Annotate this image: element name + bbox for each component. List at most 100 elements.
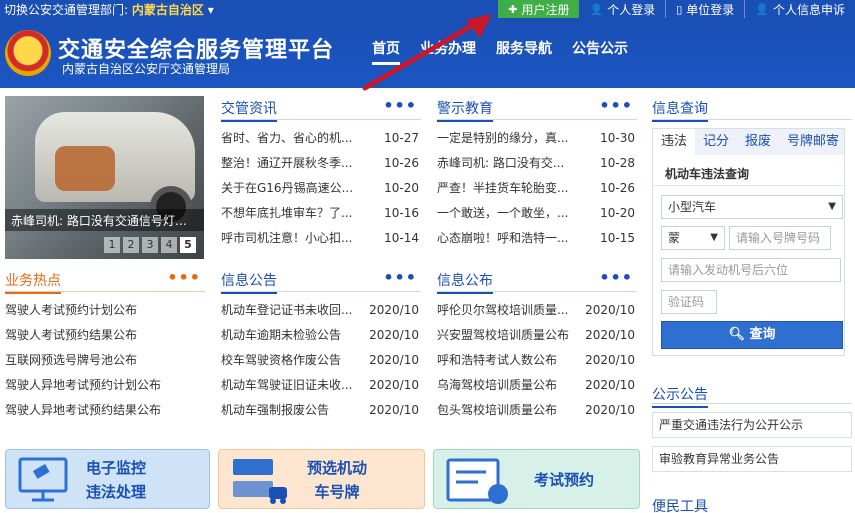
carousel-page-4[interactable]: 4 [161,237,177,253]
personal-login-button[interactable]: 👤 个人登录 [579,0,665,18]
list-item[interactable]: 机动车强制报废公告 2020/10 [221,398,421,423]
list-item-title: 机动车登记证书未收回... [221,303,353,317]
carousel-caption[interactable]: 赤峰司机: 路口没有交通信号灯，... [5,209,204,231]
list-item[interactable]: 包头驾校培训质量公布 2020/10 [437,398,637,423]
region-switch-label: 切换公安交通管理部门: [4,3,129,17]
info-appeal-label: 个人信息申诉 [772,2,845,17]
list-item[interactable]: 心态崩啦！呼和浩特一... 10-15 [437,226,637,251]
list-item-date: 2020/10 [369,353,419,367]
exam-booking-banner[interactable]: 考试预约 [433,449,640,509]
region-name[interactable]: 内蒙古自治区 [132,3,204,17]
query-button[interactable]: 🔍︎ 查询 [661,321,843,349]
list-item[interactable]: 机动车驾驶证旧证未收... 2020/10 [221,373,421,398]
list-item-title: 严查！半挂货车轮胎变... [437,181,569,195]
violation-query-title: 机动车违法查询 [665,167,750,181]
tab-points[interactable]: 记分 [695,129,737,155]
list-item-title: 心态崩啦！呼和浩特一... [437,231,569,245]
engine-number-input[interactable]: 请输入发动机号后六位 [661,258,841,282]
info-query-section: 信息查询 [652,96,852,122]
captcha-input[interactable]: 验证码 [661,290,717,314]
list-item[interactable]: 一个敢送，一个敢坐，... 10-20 [437,201,637,226]
list-item-title: 驾驶人异地考试预约结果公布 [5,403,162,417]
tab-plate-mail[interactable]: 号牌邮寄 [779,129,847,155]
news-panel-title[interactable]: 交管资讯 [221,98,277,122]
list-item-date: 10-28 [600,156,635,170]
info-notice-title[interactable]: 信息公告 [221,270,277,294]
info-publish-title[interactable]: 信息公布 [437,270,493,294]
list-item[interactable]: 驾驶人异地考试预约结果公布 [5,398,205,423]
list-item[interactable]: 严查！半挂货车轮胎变... 10-26 [437,176,637,201]
carousel-page-1[interactable]: 1 [104,237,120,253]
carousel-page-3[interactable]: 3 [142,237,158,253]
tab-scrap[interactable]: 报废 [737,129,779,155]
divider [653,185,844,186]
user-icon: 👤 [755,2,769,16]
list-item[interactable]: 乌海驾校培训质量公布 2020/10 [437,373,637,398]
register-button[interactable]: ✚ 用户注册 [498,0,580,18]
hot-business-title[interactable]: 业务热点 [5,270,61,294]
list-item-title: 互联网预选号牌号池公布 [5,353,138,367]
more-icon[interactable]: ••• [383,96,417,115]
carousel-page-2[interactable]: 2 [123,237,139,253]
list-item[interactable]: 整治！通辽开展秋冬季... 10-26 [221,151,421,176]
list-item-date: 10-20 [384,181,419,195]
list-item-title: 机动车强制报废公告 [221,403,330,417]
list-item-title: 机动车驾驶证旧证未收... [221,378,353,392]
list-item[interactable]: 校车驾驶资格作废公告 2020/10 [221,348,421,373]
list-item[interactable]: 驾驶人考试预约结果公布 [5,323,205,348]
list-item-date: 10-27 [384,131,419,145]
e-monitoring-banner[interactable]: 电子监控 违法处理 [5,449,210,509]
list-item-title: 兴安盟驾校培训质量公布 [437,328,570,342]
list-item[interactable]: 兴安盟驾校培训质量公布 2020/10 [437,323,637,348]
more-icon[interactable]: ••• [167,268,201,287]
list-item[interactable]: 机动车逾期未检验公告 2020/10 [221,323,421,348]
list-item-title: 驾驶人考试预约结果公布 [5,328,138,342]
notice-item-serious-violations[interactable]: 严重交通违法行为公开公示 [652,412,852,438]
preselect-plate-label: 预选机动 车号牌 [307,456,367,504]
list-item[interactable]: 呼和浩特考试人数公布 2020/10 [437,348,637,373]
list-item[interactable]: 不想年底扎堆审车？了... 10-16 [221,201,421,226]
info-appeal-button[interactable]: 👤 个人信息申诉 [745,0,855,18]
preselect-plate-banner[interactable]: 预选机动 车号牌 [218,449,425,509]
nav-service-guide[interactable]: 服务导航 [496,38,552,58]
exam-form-icon [446,458,508,504]
more-icon[interactable]: ••• [599,268,633,287]
list-item[interactable]: 互联网预选号牌号池公布 [5,348,205,373]
info-notice-list: 机动车登记证书未收回... 2020/10 机动车逾期未检验公告 2020/10 校… [221,298,421,423]
monitor-icon [18,457,68,502]
list-item[interactable]: 一定是特别的缘分，真... 10-30 [437,126,637,151]
list-item-date: 2020/10 [585,353,635,367]
nav-announcements[interactable]: 公告公示 [572,38,628,58]
more-icon[interactable]: ••• [599,96,633,115]
warning-panel-title[interactable]: 警示教育 [437,98,493,122]
info-notice-panel: 信息公告 ••• 机动车登记证书未收回... 2020/10 机动车逾期未检验公告… [221,268,421,423]
info-query-title: 信息查询 [652,98,708,122]
list-item[interactable]: 呼伦贝尔驾校培训质量... 2020/10 [437,298,637,323]
region-switcher[interactable]: 切换公安交通管理部门: 内蒙古自治区 ▾ [4,1,214,18]
list-item[interactable]: 赤峰司机: 路口没有交... 10-28 [437,151,637,176]
unit-login-button[interactable]: ▯ 单位登录 [666,0,744,18]
list-item-date: 10-20 [600,206,635,220]
carousel-page-5[interactable]: 5 [180,237,196,253]
list-item[interactable]: 驾驶人异地考试预约计划公布 [5,373,205,398]
chevron-down-icon: ▼ [828,201,836,212]
list-item-date: 2020/10 [585,328,635,342]
notice-item-education-anomaly[interactable]: 审验教育异常业务公告 [652,446,852,472]
tab-violation[interactable]: 违法 [653,129,696,155]
public-notice-title: 公示公告 [652,384,708,408]
vehicle-type-value: 小型汽车 [668,200,717,214]
news-photo-carousel[interactable]: 赤峰司机: 路口没有交通信号灯，... 1 2 3 4 5 [5,96,204,259]
info-publish-header: 信息公布 ••• [437,268,637,294]
hot-business-header: 业务热点 ••• [5,268,205,294]
vehicle-type-select[interactable]: 小型汽车 ▼ [661,195,843,219]
list-item[interactable]: 关于在G16丹锡高速公... 10-20 [221,176,421,201]
list-item[interactable]: 呼市司机注意！小心扣... 10-14 [221,226,421,251]
list-item-title: 驾驶人考试预约计划公布 [5,303,138,317]
province-select[interactable]: 蒙 ▼ [661,226,725,250]
list-item[interactable]: 省时、省力、省心的机... 10-27 [221,126,421,151]
list-item[interactable]: 驾驶人考试预约计划公布 [5,298,205,323]
plate-number-input[interactable]: 请输入号牌号码 [729,226,831,250]
more-icon[interactable]: ••• [383,268,417,287]
public-notice-section: 公示公告 严重交通违法行为公开公示 审验教育异常业务公告 [652,380,852,472]
list-item[interactable]: 机动车登记证书未收回... 2020/10 [221,298,421,323]
